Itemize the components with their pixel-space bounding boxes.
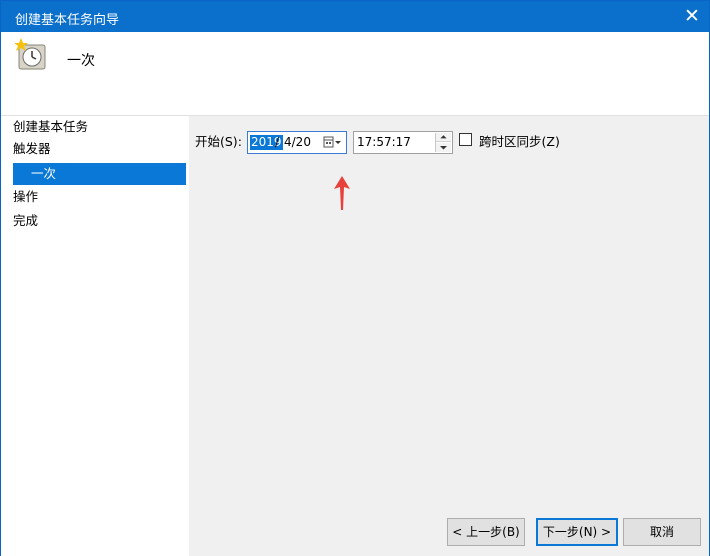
sidebar-item-label: 完成 xyxy=(13,213,39,228)
sync-timezones-checkbox[interactable] xyxy=(459,133,472,146)
calendar-dropdown-icon[interactable] xyxy=(322,134,344,151)
next-button[interactable]: 下一步(N) > xyxy=(536,518,618,546)
date-separator: / xyxy=(275,135,280,149)
sidebar-item-label: 触发器 xyxy=(13,141,51,156)
start-label: 开始(S): xyxy=(195,134,242,149)
cancel-button[interactable]: 取消 xyxy=(623,518,701,546)
spin-down-icon[interactable] xyxy=(436,143,451,152)
page-heading: 一次 xyxy=(67,53,95,69)
sidebar-item-label: 创建基本任务 xyxy=(13,119,89,134)
sidebar-item-trigger[interactable]: 触发器 xyxy=(13,138,186,160)
start-time-picker[interactable]: 17:57:17 xyxy=(353,131,453,154)
date-month-day-segment[interactable]: 4/20 xyxy=(284,135,311,150)
sidebar-item-label: 操作 xyxy=(13,189,39,204)
sidebar-item-label: 一次 xyxy=(31,166,57,181)
task-wizard-window: 创建基本任务向导 ✕ 一次 创建基本任务 触发器 一次 操作 完成 开始(S): xyxy=(0,0,710,556)
red-arrow-annotation-icon xyxy=(334,176,350,210)
time-spinner xyxy=(435,133,451,152)
sync-timezones-label[interactable]: 跨时区同步(Z) xyxy=(479,131,560,150)
trigger-settings-panel: 开始(S): 2019 / 4/20 17:57:17 跨时区同步(Z) < 上… xyxy=(189,116,709,556)
sidebar-item-once[interactable]: 一次 xyxy=(13,163,186,185)
wizard-header: 一次 xyxy=(1,32,709,116)
back-button[interactable]: < 上一步(B) xyxy=(447,518,525,546)
close-icon[interactable]: ✕ xyxy=(675,1,709,32)
sidebar-item-finish[interactable]: 完成 xyxy=(13,210,186,232)
title-bar: 创建基本任务向导 ✕ xyxy=(1,1,709,32)
clock-icon xyxy=(15,38,46,70)
spin-up-icon[interactable] xyxy=(436,133,451,142)
time-value[interactable]: 17:57:17 xyxy=(357,135,411,150)
window-title: 创建基本任务向导 xyxy=(15,13,120,28)
wizard-steps-sidebar: 创建基本任务 触发器 一次 操作 完成 xyxy=(1,116,189,556)
sidebar-item-action[interactable]: 操作 xyxy=(13,186,186,208)
sidebar-item-create-task[interactable]: 创建基本任务 xyxy=(13,116,186,138)
start-date-picker[interactable]: 2019 / 4/20 xyxy=(247,131,347,154)
